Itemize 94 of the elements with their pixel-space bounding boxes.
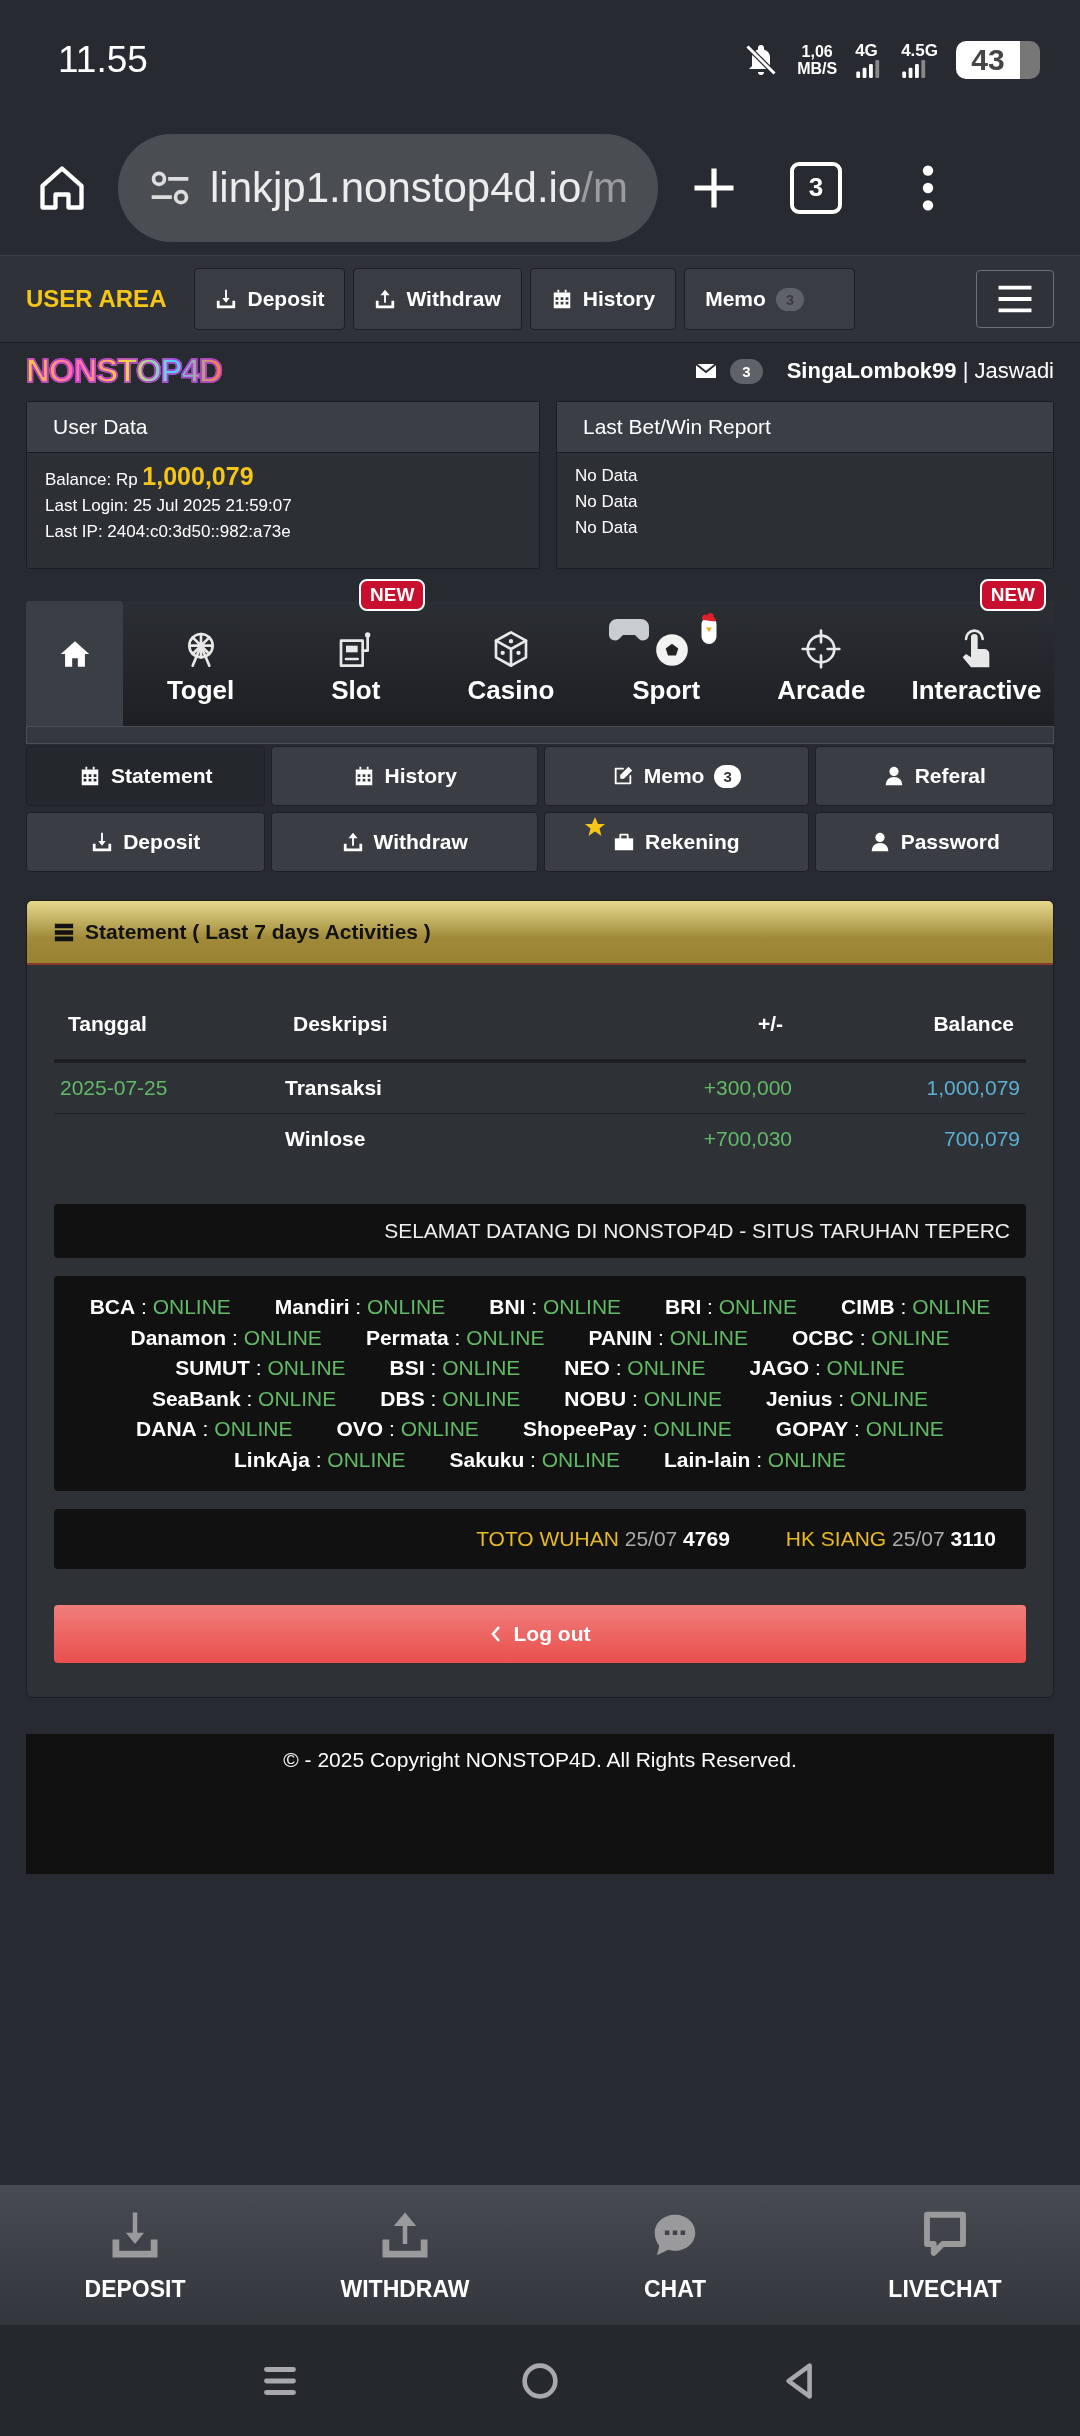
info-text: No Data bbox=[575, 466, 638, 485]
upload-icon bbox=[341, 831, 364, 853]
chevron-left-icon bbox=[489, 1624, 502, 1644]
column-header: Tanggal bbox=[68, 1012, 147, 1035]
marquee-text: SELAMAT DATANG DI NONSTOP4D - SITUS TARUHAN TEPERC bbox=[384, 1219, 1010, 1243]
new-badge: NEW bbox=[359, 579, 426, 611]
panel-title: Statement ( Last 7 days Activities ) bbox=[85, 920, 431, 944]
user-area-title: USER AREA bbox=[26, 285, 167, 313]
bank-status: BNI : ONLINE bbox=[489, 1294, 622, 1320]
list-icon bbox=[53, 921, 75, 943]
balance-value: 1,000,079 bbox=[142, 462, 254, 490]
bank-status: CIMB : ONLINE bbox=[840, 1294, 991, 1320]
upload-icon bbox=[374, 288, 397, 310]
table-cell: Winlose bbox=[285, 1127, 366, 1150]
menu-button[interactable]: Deposit bbox=[26, 812, 266, 872]
hamburger-menu-button[interactable] bbox=[976, 270, 1054, 328]
bank-status: SeaBank : ONLINE bbox=[151, 1385, 337, 1412]
count-badge: 3 bbox=[730, 358, 763, 384]
bank-status: Sakuku : ONLINE bbox=[449, 1446, 620, 1473]
bank-status: OCBC : ONLINE bbox=[791, 1324, 950, 1351]
nav-button[interactable]: History bbox=[529, 268, 677, 330]
bank-status: JAGO : ONLINE bbox=[749, 1355, 905, 1381]
info-text: No Data bbox=[575, 518, 638, 537]
download-icon bbox=[91, 831, 114, 853]
bank-status: NEO : ONLINE bbox=[564, 1355, 706, 1381]
bank-status: BSI : ONLINE bbox=[389, 1355, 521, 1381]
menu-button[interactable]: Rekening bbox=[544, 812, 809, 872]
bank-status: GOPAY : ONLINE bbox=[775, 1416, 944, 1442]
nav-button[interactable]: Withdraw bbox=[353, 268, 522, 330]
briefcase-icon bbox=[613, 831, 635, 853]
network-type: 4.5G bbox=[901, 42, 938, 60]
menu-button[interactable]: Memo 3 bbox=[544, 746, 809, 806]
network-type: 4G bbox=[855, 42, 878, 60]
menu-button[interactable]: History bbox=[271, 746, 538, 806]
network-speed: MB/S bbox=[797, 60, 838, 77]
url-text: linkjp1.nonstop4d.io/m bbox=[210, 163, 628, 212]
bottom-nav-item[interactable]: LIVECHAT bbox=[810, 2185, 1080, 2325]
info-text: No Data bbox=[575, 492, 638, 511]
bottom-nav-item[interactable]: DEPOSIT bbox=[0, 2185, 270, 2325]
battery-indicator: 43 bbox=[956, 41, 1040, 79]
bank-status: LinkAja : ONLINE bbox=[234, 1446, 406, 1473]
menu-button[interactable]: Statement bbox=[26, 746, 266, 806]
category-tab[interactable] bbox=[26, 601, 123, 726]
category-tab[interactable]: Togel bbox=[123, 601, 279, 726]
nav-button[interactable]: Deposit bbox=[194, 268, 346, 330]
new-badge: NEW bbox=[979, 579, 1047, 611]
username-text: SingaLombok99 | Jaswadi bbox=[786, 358, 1054, 384]
category-tab[interactable]: Sport bbox=[588, 601, 744, 726]
lottery-result: HK SIANG 25/07 3110 bbox=[785, 1527, 996, 1551]
column-header: Balance bbox=[933, 1012, 1014, 1035]
menu-button[interactable]: Referal bbox=[814, 746, 1054, 806]
bank-status: SUMUT : ONLINE bbox=[175, 1355, 346, 1381]
bank-status: Permata : ONLINE bbox=[365, 1324, 545, 1351]
download-icon bbox=[215, 288, 238, 310]
table-cell: +300,000 bbox=[703, 1076, 792, 1099]
menu-button[interactable]: Withdraw bbox=[271, 812, 538, 872]
menu-button[interactable]: Password bbox=[814, 812, 1054, 872]
bank-status: DBS : ONLINE bbox=[380, 1385, 521, 1412]
column-header: Deskripsi bbox=[293, 1012, 388, 1035]
bank-status: Mandiri : ONLINE bbox=[274, 1294, 446, 1320]
info-text: Last Login: 25 Jul 2025 21:59:07 bbox=[45, 496, 292, 515]
table-cell: Transaksi bbox=[285, 1076, 382, 1099]
balance-label: Balance: Rp bbox=[45, 470, 138, 489]
bank-status: OVO : ONLINE bbox=[336, 1416, 479, 1442]
copyright-text: © - 2025 Copyright NONSTOP4D. All Rights Reserved. bbox=[283, 1748, 797, 1773]
bank-status: Jenius : ONLINE bbox=[765, 1385, 929, 1412]
table-cell: 1,000,079 bbox=[926, 1076, 1020, 1099]
tab-count-button[interactable]: 3 bbox=[790, 161, 842, 214]
card-title: Last Bet/Win Report bbox=[583, 415, 771, 439]
count-badge: 3 bbox=[714, 764, 741, 788]
bank-status: ShopeePay : ONLINE bbox=[522, 1416, 732, 1442]
network-speed: 1,06 bbox=[801, 43, 833, 60]
address-bar[interactable]: linkjp1.nonstop4d.io/m bbox=[118, 133, 658, 242]
bank-status: PANIN : ONLINE bbox=[588, 1324, 748, 1351]
table-cell: 700,079 bbox=[944, 1127, 1020, 1150]
bank-status: BRI : ONLINE bbox=[665, 1294, 797, 1320]
bottom-nav-item[interactable]: WITHDRAW bbox=[270, 2185, 540, 2325]
bank-status: DANA : ONLINE bbox=[136, 1416, 293, 1442]
menu-icon bbox=[996, 285, 1034, 313]
table-cell: 2025-07-25 bbox=[60, 1076, 168, 1099]
bottom-nav-item[interactable]: CHAT bbox=[540, 2185, 810, 2325]
table-cell: +700,030 bbox=[703, 1127, 792, 1150]
column-header: +/- bbox=[757, 1012, 783, 1035]
category-tab[interactable]: Arcade bbox=[743, 601, 899, 726]
bank-status: NOBU : ONLINE bbox=[564, 1385, 722, 1412]
crosshair-icon bbox=[801, 629, 842, 669]
bank-status: Danamon : ONLINE bbox=[130, 1324, 322, 1351]
card-title: User Data bbox=[53, 415, 148, 439]
bank-status: BCA : ONLINE bbox=[89, 1294, 231, 1320]
category-tab[interactable]: Casino bbox=[433, 601, 589, 726]
clock-time: 11.55 bbox=[58, 39, 148, 81]
bank-status: Lain-lain : ONLINE bbox=[663, 1446, 846, 1473]
info-text: Last IP: 2404:c0:3d50::982:a73e bbox=[45, 522, 291, 541]
lottery-result: TOTO WUHAN 25/07 4769 bbox=[476, 1527, 730, 1551]
